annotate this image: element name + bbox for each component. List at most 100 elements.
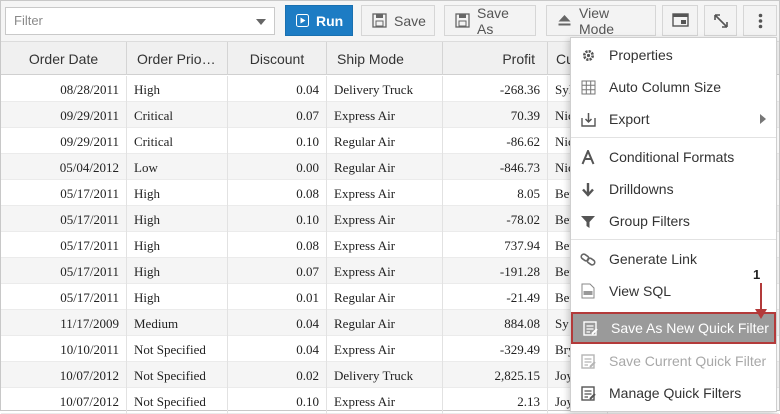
- cell-order-date: 10/10/2011: [1, 336, 127, 362]
- menu-item-label: Group Filters: [609, 213, 690, 229]
- cell-discount: 0.04: [228, 336, 327, 362]
- filter-icon: [579, 212, 597, 230]
- cell-ship-mode: Express Air: [327, 102, 443, 128]
- column-header-order-date[interactable]: Order Date: [1, 42, 127, 75]
- cell-order-priority: High: [127, 180, 228, 206]
- filter-placeholder: Filter: [14, 13, 43, 28]
- filter-input[interactable]: Filter: [5, 7, 275, 35]
- cell-profit: 737.94: [443, 232, 548, 258]
- cell-order-date: 05/17/2011: [1, 232, 127, 258]
- cell-ship-mode: Express Air: [327, 232, 443, 258]
- cell-ship-mode: Regular Air: [327, 128, 443, 154]
- column-header-profit[interactable]: Profit: [443, 42, 548, 75]
- quick-filter-manage-icon: [579, 384, 597, 402]
- cell-profit: -86.62: [443, 128, 548, 154]
- quick-filter-save-icon: [581, 319, 599, 337]
- cell-ship-mode: Express Air: [327, 336, 443, 362]
- menu-item-label: View SQL: [609, 283, 671, 299]
- menu-item-view-sql[interactable]: View SQL: [571, 276, 776, 306]
- column-header-ship-mode[interactable]: Ship Mode: [327, 42, 443, 75]
- cell-order-priority: Low: [127, 154, 228, 180]
- cell-profit: -846.73: [443, 154, 548, 180]
- cell-order-date: 10/07/2012: [1, 362, 127, 388]
- menu-item-auto-column-size[interactable]: Auto Column Size: [571, 72, 776, 102]
- menu-item-export[interactable]: Export: [571, 104, 776, 134]
- cell-profit: 2,825.15: [443, 362, 548, 388]
- cell-profit: 8.05: [443, 180, 548, 206]
- menu-item-label: Properties: [609, 47, 673, 63]
- cell-order-date: 05/17/2011: [1, 284, 127, 310]
- save-button[interactable]: Save: [361, 5, 435, 36]
- cell-profit: -21.49: [443, 284, 548, 310]
- save-as-button[interactable]: Save As: [444, 4, 536, 37]
- callout-arrow-icon: [755, 283, 767, 319]
- cell-order-priority: Critical: [127, 128, 228, 154]
- cell-order-date: 05/17/2011: [1, 206, 127, 232]
- menu-item-manage-quick-filters[interactable]: Manage Quick Filters: [571, 378, 776, 408]
- menu-item-label: Conditional Formats: [609, 149, 735, 165]
- cell-profit: 884.08: [443, 310, 548, 336]
- cell-order-priority: Not Specified: [127, 388, 228, 414]
- cell-discount: 0.00: [228, 154, 327, 180]
- menu-item-label: Drilldowns: [609, 181, 674, 197]
- column-header-discount[interactable]: Discount: [228, 42, 327, 75]
- cell-order-date: 09/29/2011: [1, 128, 127, 154]
- grid-icon: [579, 78, 597, 96]
- cell-profit: -78.02: [443, 206, 548, 232]
- cell-order-priority: High: [127, 206, 228, 232]
- cell-discount: 0.07: [228, 102, 327, 128]
- cell-order-priority: High: [127, 284, 228, 310]
- cell-discount: 0.07: [228, 258, 327, 284]
- save-as-icon: [455, 13, 470, 28]
- cell-profit: 2.13: [443, 388, 548, 414]
- window-icon: [672, 13, 689, 27]
- arrow-down-icon: [579, 180, 597, 198]
- cell-order-date: 11/17/2009: [1, 310, 127, 336]
- cell-order-date: 05/17/2011: [1, 258, 127, 284]
- cell-order-date: 05/17/2011: [1, 180, 127, 206]
- menu-separator: [571, 137, 776, 138]
- cell-profit: -329.49: [443, 336, 548, 362]
- menu-item-group-filters[interactable]: Group Filters: [571, 206, 776, 236]
- fullscreen-button[interactable]: [704, 5, 737, 36]
- cell-discount: 0.10: [228, 206, 327, 232]
- save-as-label: Save As: [477, 4, 509, 37]
- gear-icon: [579, 46, 597, 64]
- layout-button[interactable]: [662, 5, 698, 36]
- cell-ship-mode: Delivery Truck: [327, 362, 443, 388]
- quick-filter-icon: [579, 352, 597, 370]
- menu-item-generate-link[interactable]: Generate Link: [571, 244, 776, 274]
- play-icon: [296, 14, 309, 27]
- export-icon: [579, 110, 597, 128]
- cell-ship-mode: Express Air: [327, 206, 443, 232]
- cell-ship-mode: Express Air: [327, 258, 443, 284]
- cell-order-priority: Not Specified: [127, 362, 228, 388]
- cell-profit: -268.36: [443, 76, 548, 102]
- run-button[interactable]: Run: [285, 5, 353, 36]
- cell-profit: -191.28: [443, 258, 548, 284]
- cell-profit: 70.39: [443, 102, 548, 128]
- callout-number: 1: [753, 267, 761, 282]
- column-header-order-priority[interactable]: Order Prio…: [127, 42, 228, 75]
- menu-item-save-current-quick-filter: Save Current Quick Filter: [571, 346, 776, 376]
- more-options-button[interactable]: [743, 5, 777, 36]
- menu-item-conditional-formats[interactable]: Conditional Formats: [571, 142, 776, 172]
- menu-item-drilldowns[interactable]: Drilldowns: [571, 174, 776, 204]
- expand-icon: [714, 13, 728, 28]
- menu-item-save-as-new-quick-filter[interactable]: Save As New Quick Filter: [571, 312, 776, 344]
- cell-order-priority: Critical: [127, 102, 228, 128]
- eject-icon: [558, 15, 571, 26]
- cell-discount: 0.08: [228, 180, 327, 206]
- cell-ship-mode: Express Air: [327, 388, 443, 414]
- chevron-down-icon[interactable]: [256, 19, 266, 25]
- sql-file-icon: [579, 282, 597, 300]
- cell-discount: 0.08: [228, 232, 327, 258]
- cell-order-priority: Not Specified: [127, 336, 228, 362]
- view-mode-button[interactable]: View Mode: [546, 5, 656, 37]
- menu-item-label: Save Current Quick Filter: [609, 353, 767, 369]
- menu-item-properties[interactable]: Properties: [571, 40, 776, 70]
- options-menu: Properties Auto Column Size Export Condi…: [570, 37, 777, 412]
- cell-ship-mode: Regular Air: [327, 310, 443, 336]
- cell-discount: 0.10: [228, 388, 327, 414]
- cell-order-date: 09/29/2011: [1, 102, 127, 128]
